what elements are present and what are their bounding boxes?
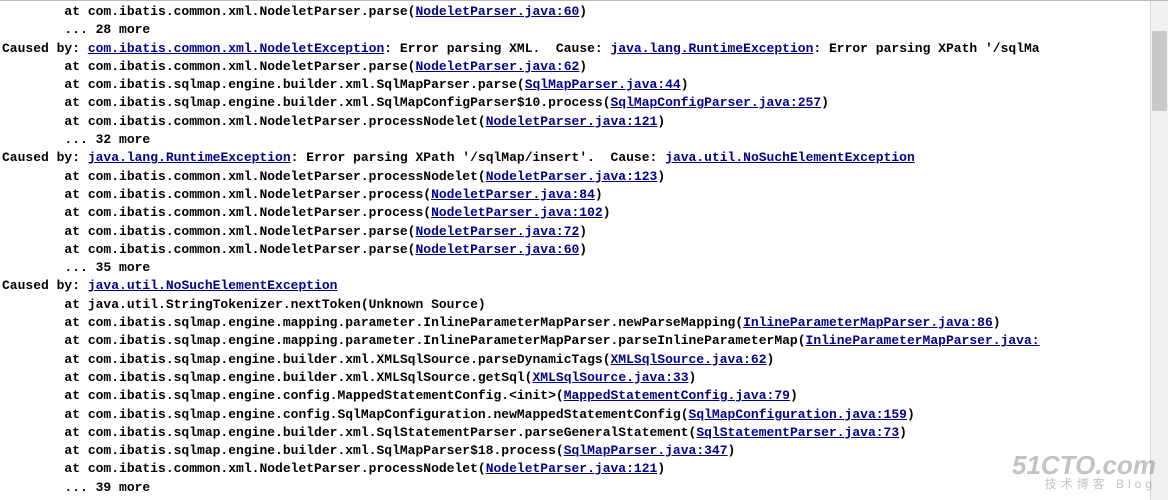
stacktrace-output[interactable]: at com.ibatis.common.xml.NodeletParser.p… bbox=[2, 3, 1151, 500]
stacktrace-line: ... 39 more bbox=[2, 479, 1151, 497]
stacktrace-line: at com.ibatis.sqlmap.engine.builder.xml.… bbox=[2, 76, 1151, 94]
console-panel: at com.ibatis.common.xml.NodeletParser.p… bbox=[0, 0, 1168, 500]
stacktrace-line: at com.ibatis.common.xml.NodeletParser.p… bbox=[2, 168, 1151, 186]
source-link[interactable]: NodeletParser.java:60 bbox=[415, 4, 579, 19]
source-link[interactable]: XMLSqlSource.java:33 bbox=[533, 370, 689, 385]
stacktrace-line: at com.ibatis.sqlmap.engine.builder.xml.… bbox=[2, 424, 1151, 442]
stacktrace-line: at com.ibatis.common.xml.NodeletParser.p… bbox=[2, 223, 1151, 241]
stacktrace-line: at java.util.StringTokenizer.nextToken(U… bbox=[2, 296, 1151, 314]
source-link[interactable]: InlineParameterMapParser.java:86 bbox=[743, 315, 993, 330]
source-link[interactable]: SqlMapConfiguration.java:159 bbox=[689, 407, 907, 422]
stacktrace-line: Caused by: java.util.NoSuchElementExcept… bbox=[2, 277, 1151, 295]
stacktrace-line: ... 35 more bbox=[2, 259, 1151, 277]
source-link[interactable]: SqlStatementParser.java:73 bbox=[696, 425, 899, 440]
stacktrace-line: at com.ibatis.sqlmap.engine.builder.xml.… bbox=[2, 94, 1151, 112]
source-link[interactable]: com.ibatis.common.xml.NodeletException bbox=[88, 41, 384, 56]
source-link[interactable]: MappedStatementConfig.java:79 bbox=[564, 388, 790, 403]
stacktrace-line: at com.ibatis.sqlmap.engine.mapping.para… bbox=[2, 314, 1151, 332]
stacktrace-line: at com.ibatis.common.xml.NodeletParser.p… bbox=[2, 241, 1151, 259]
stacktrace-line: at com.ibatis.common.xml.NodeletParser.p… bbox=[2, 3, 1151, 21]
stacktrace-line: Caused by: java.lang.RuntimeException: E… bbox=[2, 149, 1151, 167]
scrollbar-thumb[interactable] bbox=[1152, 31, 1167, 111]
stacktrace-line: at com.ibatis.common.xml.NodeletParser.p… bbox=[2, 113, 1151, 131]
source-link[interactable]: java.lang.RuntimeException bbox=[611, 41, 814, 56]
source-link[interactable]: java.util.NoSuchElementException bbox=[665, 150, 915, 165]
source-link[interactable]: NodeletParser.java:84 bbox=[431, 187, 595, 202]
stacktrace-line: at com.ibatis.sqlmap.engine.config.SqlMa… bbox=[2, 406, 1151, 424]
source-link[interactable]: NodeletParser.java:102 bbox=[431, 205, 603, 220]
source-link[interactable]: NodeletParser.java:123 bbox=[486, 169, 658, 184]
source-link[interactable]: NodeletParser.java:72 bbox=[415, 224, 579, 239]
stacktrace-line: ... 28 more bbox=[2, 21, 1151, 39]
source-link[interactable]: java.util.NoSuchElementException bbox=[88, 278, 338, 293]
stacktrace-line: at com.ibatis.sqlmap.engine.config.Mappe… bbox=[2, 387, 1151, 405]
stacktrace-line: at com.ibatis.common.xml.NodeletParser.p… bbox=[2, 204, 1151, 222]
stacktrace-line: at com.ibatis.sqlmap.engine.builder.xml.… bbox=[2, 442, 1151, 460]
source-link[interactable]: SqlMapConfigParser.java:257 bbox=[611, 95, 822, 110]
stacktrace-line: at com.ibatis.common.xml.NodeletParser.p… bbox=[2, 58, 1151, 76]
stacktrace-line: at com.ibatis.sqlmap.engine.builder.xml.… bbox=[2, 369, 1151, 387]
stacktrace-line: at com.ibatis.sqlmap.engine.builder.xml.… bbox=[2, 351, 1151, 369]
scrollbar-track[interactable] bbox=[1150, 1, 1168, 500]
stacktrace-line: Caused by: com.ibatis.common.xml.Nodelet… bbox=[2, 40, 1151, 58]
source-link[interactable]: NodeletParser.java:62 bbox=[415, 59, 579, 74]
stacktrace-line: at com.ibatis.common.xml.NodeletParser.p… bbox=[2, 186, 1151, 204]
stacktrace-line: at com.ibatis.sqlmap.engine.mapping.para… bbox=[2, 332, 1151, 350]
source-link[interactable]: InlineParameterMapParser.java: bbox=[806, 333, 1040, 348]
stacktrace-line: ... 32 more bbox=[2, 131, 1151, 149]
source-link[interactable]: java.lang.RuntimeException bbox=[88, 150, 291, 165]
source-link[interactable]: SqlMapParser.java:347 bbox=[564, 443, 728, 458]
source-link[interactable]: NodeletParser.java:121 bbox=[486, 461, 658, 476]
source-link[interactable]: NodeletParser.java:121 bbox=[486, 114, 658, 129]
source-link[interactable]: XMLSqlSource.java:62 bbox=[611, 352, 767, 367]
source-link[interactable]: NodeletParser.java:60 bbox=[415, 242, 579, 257]
source-link[interactable]: SqlMapParser.java:44 bbox=[525, 77, 681, 92]
stacktrace-line: at com.ibatis.common.xml.NodeletParser.p… bbox=[2, 460, 1151, 478]
